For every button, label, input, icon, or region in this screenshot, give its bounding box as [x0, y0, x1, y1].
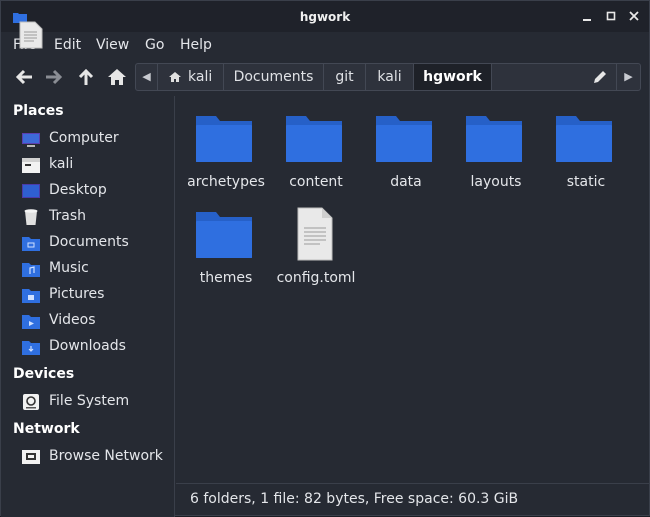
- folder-item-themes[interactable]: themes: [178, 210, 268, 305]
- toolbar: ◀ kali Documents git kali hgwork ▶: [1, 59, 649, 95]
- menu-edit[interactable]: Edit: [54, 37, 81, 53]
- breadcrumb-hgwork[interactable]: hgwork: [414, 64, 492, 90]
- file-view: archetypes content data layouts static t…: [176, 96, 649, 483]
- dragged-document-icon: [19, 21, 43, 53]
- places-heading: Places: [13, 103, 64, 119]
- status-bar: 6 folders, 1 file: 82 bytes, Free space:…: [176, 483, 649, 515]
- title-bar[interactable]: hgwork: [1, 1, 649, 32]
- breadcrumb-kali-home[interactable]: kali: [158, 64, 224, 90]
- downloads-folder-icon: [22, 341, 40, 355]
- sidebar-item-browse-network[interactable]: Browse Network: [21, 446, 171, 468]
- folder-icon: [196, 116, 252, 162]
- back-button[interactable]: [13, 66, 35, 88]
- sidebar-item-computer[interactable]: Computer: [21, 128, 171, 150]
- menu-go[interactable]: Go: [145, 37, 164, 53]
- music-folder-icon: [22, 263, 40, 277]
- sidebar-item-pictures[interactable]: Pictures: [21, 284, 171, 306]
- sidebar-item-trash[interactable]: Trash: [21, 206, 171, 228]
- file-manager-window: hgwork File Edit View Go Help: [0, 0, 650, 517]
- folder-icon: [376, 116, 432, 162]
- folder-icon: [196, 212, 252, 258]
- path-bar: ◀ kali Documents git kali hgwork ▶: [135, 63, 641, 91]
- text-file-icon: [297, 207, 333, 261]
- folder-item-content[interactable]: content: [268, 114, 358, 209]
- desktop-icon: [22, 184, 40, 198]
- home-icon: [169, 72, 181, 82]
- close-button[interactable]: [626, 8, 642, 24]
- edit-location-button[interactable]: [592, 69, 608, 85]
- folder-icon: [556, 116, 612, 162]
- sidebar-item-kali[interactable]: kali: [21, 154, 171, 176]
- breadcrumb-git[interactable]: git: [324, 64, 366, 90]
- videos-folder-icon: [22, 315, 40, 329]
- menu-help[interactable]: Help: [180, 37, 212, 53]
- up-button[interactable]: [75, 66, 97, 88]
- path-scroll-right[interactable]: ▶: [616, 64, 640, 90]
- path-scroll-left[interactable]: ◀: [136, 64, 158, 90]
- pencil-icon: [594, 71, 606, 83]
- sidebar: Places Computer kali Desktop Trash Docum…: [1, 96, 175, 517]
- arrow-right-icon: [46, 69, 63, 85]
- status-text: 6 folders, 1 file: 82 bytes, Free space:…: [190, 491, 519, 507]
- arrow-up-icon: [78, 68, 94, 85]
- sidebar-item-videos[interactable]: Videos: [21, 310, 171, 332]
- menu-view[interactable]: View: [96, 37, 129, 53]
- breadcrumb-kali[interactable]: kali: [366, 64, 414, 90]
- forward-button[interactable]: [43, 66, 65, 88]
- folder-item-static[interactable]: static: [538, 114, 628, 209]
- folder-item-data[interactable]: data: [358, 114, 448, 209]
- drive-icon: [23, 394, 39, 410]
- home-folder-icon: [22, 158, 40, 173]
- breadcrumb-documents[interactable]: Documents: [224, 64, 324, 90]
- file-item-config-toml[interactable]: config.toml: [268, 206, 358, 301]
- menu-bar: File Edit View Go Help: [1, 32, 649, 59]
- sidebar-item-file-system[interactable]: File System: [21, 391, 171, 413]
- folder-item-layouts[interactable]: layouts: [448, 114, 538, 209]
- documents-folder-icon: [22, 237, 40, 251]
- network-icon: [22, 450, 40, 464]
- sidebar-item-downloads[interactable]: Downloads: [21, 336, 171, 358]
- computer-icon: [22, 133, 40, 147]
- network-heading: Network: [13, 421, 80, 437]
- trash-icon: [24, 209, 38, 225]
- home-icon: [108, 69, 126, 85]
- pictures-folder-icon: [22, 289, 40, 303]
- sidebar-item-desktop[interactable]: Desktop: [21, 180, 171, 202]
- devices-heading: Devices: [13, 366, 75, 382]
- minimize-button[interactable]: [579, 8, 595, 24]
- window-title: hgwork: [299, 10, 351, 24]
- folder-icon: [466, 116, 522, 162]
- maximize-button[interactable]: [603, 8, 619, 24]
- folder-icon: [286, 116, 342, 162]
- home-button[interactable]: [106, 66, 128, 88]
- folder-item-archetypes[interactable]: archetypes: [178, 114, 268, 209]
- arrow-left-icon: [15, 69, 32, 85]
- sidebar-item-documents[interactable]: Documents: [21, 232, 171, 254]
- sidebar-item-music[interactable]: Music: [21, 258, 171, 280]
